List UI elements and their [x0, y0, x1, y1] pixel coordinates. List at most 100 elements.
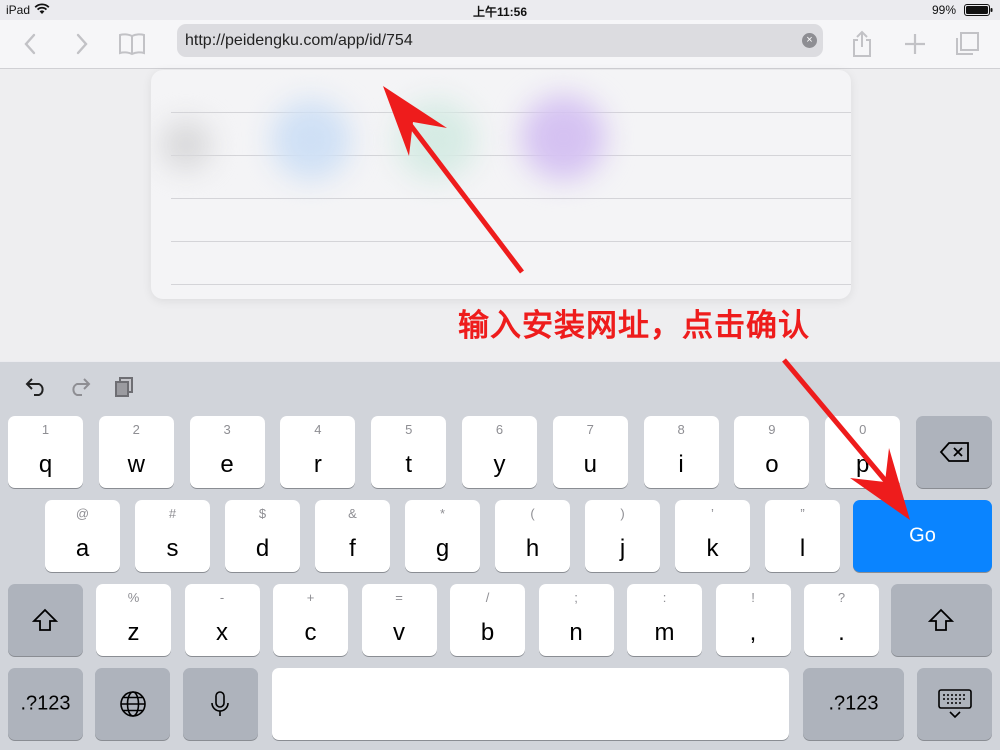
key-secondary-label: 7 — [586, 422, 594, 437]
status-bar: iPad 上午11:56 99% — [0, 0, 1000, 20]
key-label: p — [856, 451, 870, 478]
share-icon[interactable] — [846, 28, 878, 60]
key-secondary-label: * — [439, 506, 446, 521]
key-label: l — [799, 535, 806, 562]
dismiss-keyboard-key[interactable] — [917, 668, 992, 740]
favorites-popup — [151, 70, 851, 299]
key-secondary-label: 1 — [41, 422, 50, 437]
favorite-thumbnail — [161, 120, 211, 170]
key-secondary-label: : — [662, 590, 667, 605]
key-t[interactable]: 5t — [371, 416, 447, 488]
key-z[interactable]: % z — [96, 584, 171, 656]
key-label: t — [405, 451, 413, 478]
key-x[interactable]: -x — [184, 584, 260, 656]
url-text: http://peidengku.com/app/id/754 — [185, 32, 413, 49]
numbers-key-right[interactable]: .?123 — [803, 668, 904, 740]
numbers-key-left[interactable]: .?123 — [8, 668, 83, 740]
key-secondary-label: $ — [258, 506, 267, 521]
key-o[interactable]: 9o — [734, 416, 810, 488]
key-label: x — [216, 619, 228, 646]
key-c[interactable]: + c — [273, 584, 348, 656]
key-label: e — [220, 451, 234, 478]
back-icon[interactable] — [14, 28, 46, 60]
key-label: . — [838, 619, 845, 646]
key-s[interactable]: # s — [135, 500, 210, 572]
forward-icon[interactable] — [66, 28, 98, 60]
key-a[interactable]: @ a — [45, 500, 120, 572]
key-secondary-label: ! — [751, 590, 755, 605]
key-y[interactable]: 6y — [462, 416, 537, 488]
key-secondary-label: 9 — [768, 422, 776, 437]
go-key[interactable]: Go — [853, 500, 992, 572]
new-tab-icon[interactable] — [899, 28, 931, 60]
key-e[interactable]: 3e — [189, 416, 265, 488]
battery-percent: 99% — [931, 3, 956, 17]
key-j[interactable]: ) j — [585, 500, 660, 572]
bookmarks-icon[interactable] — [116, 28, 148, 60]
key-d[interactable]: $ d — [225, 500, 300, 572]
clock: 上午11:56 — [472, 5, 528, 19]
shift-key-left[interactable] — [8, 584, 83, 656]
key-l[interactable]: ” l — [765, 500, 840, 572]
key-label: , — [749, 619, 757, 646]
numbers-label: .?123 — [20, 692, 71, 715]
annotation-text: 输入安装网址，点击确认 — [458, 308, 810, 344]
shift-key-right[interactable] — [891, 584, 992, 656]
key-k[interactable]: ’ k — [675, 500, 750, 572]
key-f[interactable]: & f — [315, 500, 390, 572]
key-secondary-label: + — [306, 590, 315, 605]
key-v[interactable]: = v — [361, 584, 437, 656]
key-label: n — [569, 619, 583, 646]
key-g[interactable]: * g — [405, 500, 480, 572]
battery-icon — [964, 4, 994, 16]
globe-key[interactable] — [95, 668, 170, 740]
key-q[interactable]: 1q — [8, 416, 83, 488]
key-w[interactable]: 2w — [98, 416, 174, 488]
delete-key[interactable] — [916, 416, 992, 488]
key-label: g — [435, 535, 450, 562]
key-secondary-label: ’ — [711, 506, 714, 521]
key-punct-7[interactable]: !, — [715, 584, 791, 656]
key-b[interactable]: / b — [450, 584, 525, 656]
keyboard: 1q2w3e4r5t6y7u8i9o0p @ a # s $ d & f * g(h) j’ k” l … — [0, 362, 1000, 750]
shortcut-bar — [0, 362, 1000, 412]
key-label: c — [304, 619, 317, 646]
key-secondary-label: # — [168, 506, 177, 521]
undo-icon[interactable] — [24, 376, 48, 401]
tabs-icon[interactable] — [951, 28, 983, 60]
key-punct-8[interactable]: ?. — [804, 584, 879, 656]
key-r[interactable]: 4r — [280, 416, 356, 488]
key-label: y — [493, 451, 506, 478]
key-secondary-label: 5 — [405, 422, 413, 437]
key-label: o — [765, 451, 779, 478]
key-secondary-label: ; — [574, 590, 578, 605]
key-secondary-label: ) — [620, 506, 625, 521]
key-p[interactable]: 0p — [825, 416, 901, 488]
key-m[interactable]: :m — [627, 584, 702, 656]
key-label: k — [706, 535, 719, 562]
key-secondary-label: % — [127, 590, 140, 605]
go-label: Go — [909, 524, 936, 547]
key-secondary-label: 3 — [223, 422, 231, 437]
divider — [171, 112, 851, 113]
redo-icon[interactable] — [68, 376, 92, 401]
key-label: h — [525, 535, 540, 562]
key-label: i — [678, 451, 684, 478]
clear-icon[interactable]: × — [802, 33, 817, 48]
key-n[interactable]: ; n — [538, 584, 614, 656]
address-bar[interactable]: http://peidengku.com/app/id/754 × — [177, 24, 823, 57]
key-i[interactable]: 8i — [643, 416, 719, 488]
key-secondary-label: 4 — [314, 422, 322, 437]
favorite-thumbnail — [396, 100, 476, 180]
key-secondary-label: 6 — [495, 422, 504, 437]
key-secondary-label: = — [395, 590, 403, 605]
space-key[interactable] — [272, 668, 789, 740]
microphone-key[interactable] — [183, 668, 258, 740]
key-secondary-label: 2 — [132, 422, 140, 437]
key-label: z — [127, 619, 140, 646]
numbers-label: .?123 — [828, 692, 879, 715]
paste-icon[interactable] — [114, 376, 136, 403]
key-h[interactable]: (h — [495, 500, 570, 572]
key-secondary-label: ( — [530, 506, 535, 521]
key-u[interactable]: 7u — [552, 416, 628, 488]
